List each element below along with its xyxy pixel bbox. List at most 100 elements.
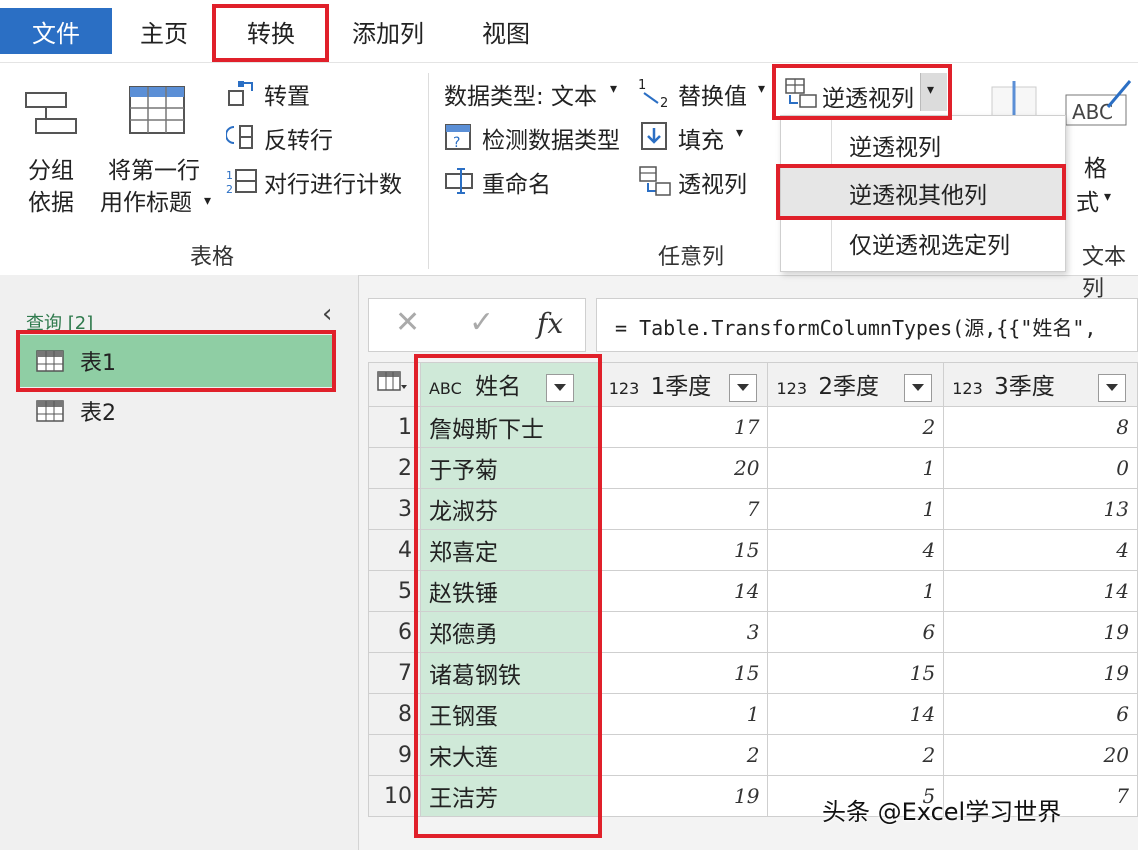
row-number[interactable]: 5 bbox=[368, 570, 421, 612]
q1-cell[interactable]: 14 bbox=[599, 570, 769, 612]
data-type-dropdown[interactable]: 数据类型: 文本 ▾ bbox=[444, 75, 634, 111]
tab-add-column[interactable]: 添加列 bbox=[336, 8, 440, 54]
row-number[interactable]: 6 bbox=[368, 611, 421, 653]
tab-view[interactable]: 视图 bbox=[458, 8, 554, 54]
row-number[interactable]: 7 bbox=[368, 652, 421, 694]
name-cell[interactable]: 龙淑芬 bbox=[419, 488, 601, 530]
name-cell[interactable]: 王钢蛋 bbox=[419, 693, 601, 735]
name-cell[interactable]: 詹姆斯下士 bbox=[419, 406, 601, 448]
formula-input[interactable]: = Table.TransformColumnTypes(源,{{"姓名", bbox=[596, 298, 1138, 352]
q1-cell[interactable]: 3 bbox=[599, 611, 769, 653]
group-by-icon bbox=[25, 92, 77, 134]
q2-cell[interactable]: 15 bbox=[767, 652, 945, 694]
first-row-header-button[interactable]: 将第一行 用作标题 ▾ bbox=[98, 83, 218, 253]
count-rows-icon: 1 2 bbox=[226, 169, 257, 195]
query-item-2[interactable]: 表2 bbox=[20, 385, 332, 437]
unpivot-dropdown-arrow[interactable]: ▾ bbox=[920, 73, 947, 111]
column-filter-button[interactable] bbox=[546, 373, 575, 402]
q3-cell[interactable]: 4 bbox=[943, 529, 1138, 571]
name-cell[interactable]: 于予菊 bbox=[419, 447, 601, 489]
row-number[interactable]: 3 bbox=[368, 488, 421, 530]
rename-button[interactable]: 重命名 bbox=[444, 163, 594, 199]
q2-cell[interactable]: 2 bbox=[767, 406, 945, 448]
q1-cell[interactable]: 15 bbox=[599, 529, 769, 571]
text-type-icon[interactable]: ABC bbox=[429, 379, 462, 398]
q1-cell[interactable]: 20 bbox=[599, 447, 769, 489]
collapse-pane-icon[interactable]: ‹ bbox=[322, 299, 332, 329]
q3-cell[interactable]: 14 bbox=[943, 570, 1138, 612]
column-filter-button[interactable] bbox=[728, 373, 757, 402]
q3-cell[interactable]: 6 bbox=[943, 693, 1138, 735]
row-number[interactable]: 10 bbox=[368, 775, 421, 817]
name-cell[interactable]: 郑喜定 bbox=[419, 529, 601, 571]
q2-cell[interactable]: 1 bbox=[767, 447, 945, 489]
row-number[interactable]: 4 bbox=[368, 529, 421, 571]
q2-cell[interactable]: 14 bbox=[767, 693, 945, 735]
name-cell[interactable]: 王洁芳 bbox=[419, 775, 601, 817]
q3-cell[interactable]: 20 bbox=[943, 734, 1138, 776]
q2-cell[interactable]: 4 bbox=[767, 529, 945, 571]
table-corner-menu[interactable] bbox=[368, 362, 421, 407]
column-header-q3[interactable]: 123 3季度 bbox=[943, 362, 1138, 407]
q1-cell[interactable]: 7 bbox=[599, 488, 769, 530]
q2-cell[interactable]: 1 bbox=[767, 488, 945, 530]
replace-values-label: 替换值 bbox=[678, 84, 747, 110]
confirm-icon[interactable]: ✓ bbox=[469, 305, 494, 340]
fx-icon[interactable]: fx bbox=[537, 307, 563, 340]
detect-type-button[interactable]: ? 检测数据类型 bbox=[444, 119, 634, 155]
replace-values-button[interactable]: 1 2 替换值 ▾ bbox=[638, 75, 776, 111]
q3-cell[interactable]: 13 bbox=[943, 488, 1138, 530]
row-number[interactable]: 8 bbox=[368, 693, 421, 735]
chevron-down-icon: ▾ bbox=[758, 81, 766, 97]
reverse-rows-label: 反转行 bbox=[264, 128, 333, 154]
q3-cell[interactable]: 0 bbox=[943, 447, 1138, 489]
row-number[interactable]: 2 bbox=[368, 447, 421, 489]
replace-values-icon: 1 2 bbox=[638, 78, 668, 109]
fill-button[interactable]: 填充 ▾ bbox=[638, 119, 758, 155]
format-button[interactable]: 格 式 ▾ bbox=[1074, 145, 1134, 225]
tab-home[interactable]: 主页 bbox=[118, 8, 210, 54]
column-filter-button[interactable] bbox=[904, 373, 933, 402]
name-cell[interactable]: 赵铁锤 bbox=[419, 570, 601, 612]
unpivot-split-button[interactable]: 逆透视列 ▾ bbox=[778, 69, 948, 115]
q3-cell[interactable]: 19 bbox=[943, 611, 1138, 653]
group-by-button[interactable]: 分组 依据 bbox=[14, 83, 92, 253]
count-rows-button[interactable]: 1 2 对行进行计数 bbox=[226, 163, 416, 199]
menu-item-unpivot-other[interactable]: 逆透视其他列 bbox=[781, 168, 1065, 218]
column-header-name[interactable]: ABC 姓名 bbox=[419, 362, 601, 407]
rename-icon bbox=[445, 168, 473, 194]
tab-transform[interactable]: 转换 bbox=[216, 8, 326, 54]
q1-cell[interactable]: 17 bbox=[599, 406, 769, 448]
q2-cell[interactable]: 6 bbox=[767, 611, 945, 653]
name-cell[interactable]: 宋大莲 bbox=[419, 734, 601, 776]
query-item-1[interactable]: 表1 bbox=[20, 335, 332, 387]
q1-cell[interactable]: 19 bbox=[599, 775, 769, 817]
q3-cell[interactable]: 19 bbox=[943, 652, 1138, 694]
transpose-button[interactable]: 转置 bbox=[226, 75, 346, 111]
svg-text:1: 1 bbox=[638, 78, 646, 93]
text-column-group-label: 文本列 bbox=[1082, 245, 1127, 302]
row-number[interactable]: 9 bbox=[368, 734, 421, 776]
table-header-icon bbox=[129, 86, 185, 134]
cancel-icon[interactable]: ✕ bbox=[395, 305, 420, 340]
column-header-q1[interactable]: 123 1季度 bbox=[599, 362, 769, 407]
menu-item-unpivot[interactable]: 逆透视列 bbox=[781, 120, 1065, 170]
q2-cell[interactable]: 1 bbox=[767, 570, 945, 612]
row-number[interactable]: 1 bbox=[368, 406, 421, 448]
name-cell[interactable]: 诸葛钢铁 bbox=[419, 652, 601, 694]
reverse-rows-button[interactable]: 反转行 bbox=[226, 119, 346, 155]
q3-cell[interactable]: 8 bbox=[943, 406, 1138, 448]
column-header-q2[interactable]: 123 2季度 bbox=[767, 362, 945, 407]
menu-item-unpivot-selected[interactable]: 仅逆透视选定列 bbox=[781, 218, 1065, 268]
number-type-icon[interactable]: 123 bbox=[776, 379, 807, 398]
q2-cell[interactable]: 2 bbox=[767, 734, 945, 776]
number-type-icon[interactable]: 123 bbox=[609, 379, 640, 398]
q1-cell[interactable]: 1 bbox=[599, 693, 769, 735]
column-filter-button[interactable] bbox=[1098, 373, 1127, 402]
pivot-button[interactable]: 透视列 bbox=[638, 163, 758, 199]
q1-cell[interactable]: 2 bbox=[599, 734, 769, 776]
name-cell[interactable]: 郑德勇 bbox=[419, 611, 601, 653]
file-tab[interactable]: 文件 bbox=[0, 8, 112, 54]
number-type-icon[interactable]: 123 bbox=[952, 379, 983, 398]
q1-cell[interactable]: 15 bbox=[599, 652, 769, 694]
